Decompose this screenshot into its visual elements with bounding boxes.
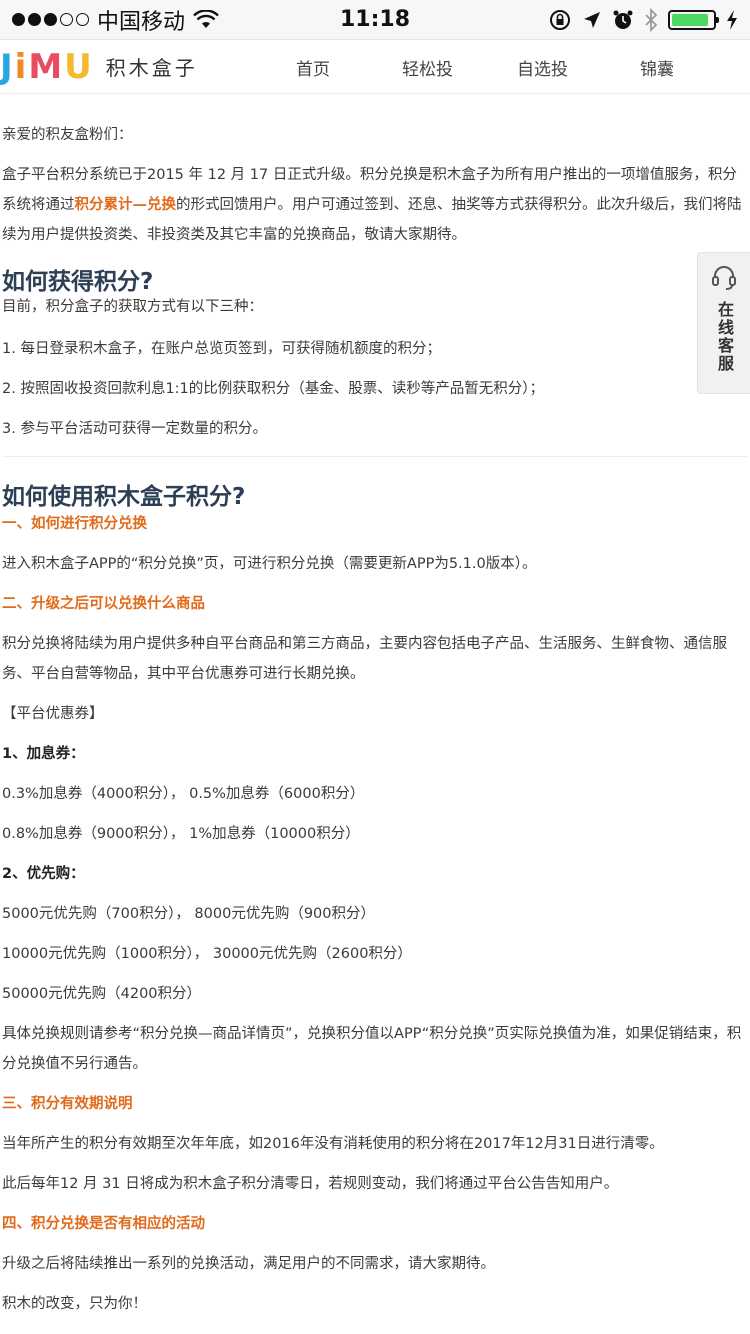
coupon-line: 5000元优先购（700积分）， 8000元优先购（900积分） (2, 906, 376, 922)
sub1-text: 进入积木盒子APP的“积分兑换”页，可进行积分兑换（需要更新APP为5.1.0版… (2, 556, 537, 572)
carrier-name: 中国移动 (97, 9, 186, 35)
location-arrow-icon (584, 11, 600, 28)
nav-home[interactable]: 首页 (296, 55, 330, 80)
section1-item: 1. 每日登录积木盒子，在账户总览页签到，可获得随机额度的积分； (2, 341, 441, 357)
coupon-category: 2、优先购： (2, 866, 85, 882)
sub3-text: 当年所产生的积分有效期至次年年底，如2016年没有消耗使用的积分将在2017年1… (2, 1136, 664, 1152)
headset-icon (712, 266, 736, 290)
coupon-category: 1、加息券： (2, 746, 85, 762)
status-bar: 中国移动 11:18 (0, 0, 750, 40)
intro-paragraph: 盒子平台积分系统已于2015 年 12 月 17 日正式升级。积分兑换是积木盒子… (2, 167, 742, 243)
coupon-line: 0.3%加息券（4000积分）， 0.5%加息券（6000积分） (2, 786, 365, 802)
section2-title: 如何使用积木盒子积分? (2, 484, 246, 510)
section1-intro: 目前，积分盒子的获取方式有以下三种： (2, 299, 263, 315)
main-nav: 首页 轻松投 自选投 锦囊 (260, 40, 750, 94)
nav-tips[interactable]: 锦囊 (640, 55, 674, 80)
sub2-title: 二、升级之后可以兑换什么商品 (2, 596, 205, 612)
sub3-title: 三、积分有效期说明 (2, 1096, 133, 1112)
sub2-text: 积分兑换将陆续为用户提供多种自平台商品和第三方商品，主要内容包括电子产品、生活服… (2, 636, 727, 682)
nav-self-invest[interactable]: 自选投 (517, 55, 568, 80)
alarm-icon (613, 10, 633, 29)
bluetooth-icon (645, 7, 658, 32)
section1-item: 3. 参与平台活动可获得一定数量的积分。 (2, 421, 267, 437)
wifi-icon (193, 9, 219, 28)
battery-icon (668, 9, 719, 30)
brand-logo[interactable]: JiMU 积木盒子 (0, 47, 198, 87)
exchange-rule: 具体兑换规则请参考“积分兑换—商品详情页”，兑换积分值以APP“积分兑换”页实际… (2, 1026, 742, 1072)
closing-line: 积木的改变，只为你！ (2, 1296, 147, 1312)
sub4-text: 升级之后将陆续推出一系列的兑换活动，满足用户的不同需求，请大家期待。 (2, 1256, 495, 1272)
coupon-line: 0.8%加息券（9000积分）， 1%加息券（10000积分） (2, 826, 360, 842)
logo-mark: JiMU (0, 46, 94, 87)
coupon-line: 10000元优先购（1000积分）， 30000元优先购（2600积分） (2, 946, 412, 962)
signal-strength-icon (12, 13, 89, 26)
rotation-lock-icon (550, 9, 570, 30)
online-service-label: 在线客服 (715, 301, 734, 373)
nav-easy-invest[interactable]: 轻松投 (402, 55, 453, 80)
article-body: 亲爱的积友盒粉们： 盒子平台积分系统已于2015 年 12 月 17 日正式升级… (0, 120, 750, 1319)
intro-highlight: 积分累计—兑换 (74, 197, 177, 213)
section1-title: 如何获得积分? (2, 269, 154, 295)
coupon-line: 50000元优先购（4200积分） (2, 986, 202, 1002)
site-header: JiMU 积木盒子 首页 轻松投 自选投 锦囊 (0, 40, 750, 94)
charging-bolt-icon (727, 9, 737, 30)
sub4-title: 四、积分兑换是否有相应的活动 (2, 1216, 205, 1232)
online-service-button[interactable]: 在线客服 (697, 252, 750, 394)
greeting: 亲爱的积友盒粉们： (2, 127, 133, 143)
section1-item: 2. 按照固收投资回款利息1:1的比例获取积分（基金、股票、读秒等产品暂无积分）… (2, 381, 545, 397)
sub3-text: 此后每年12 月 31 日将成为积木盒子积分清零日，若规则变动，我们将通过平台公… (2, 1176, 619, 1192)
section-divider (2, 456, 748, 457)
coupon-header: 【平台优惠券】 (2, 706, 104, 722)
logo-text: 积木盒子 (105, 56, 198, 80)
sub1-title: 一、如何进行积分兑换 (2, 516, 147, 532)
